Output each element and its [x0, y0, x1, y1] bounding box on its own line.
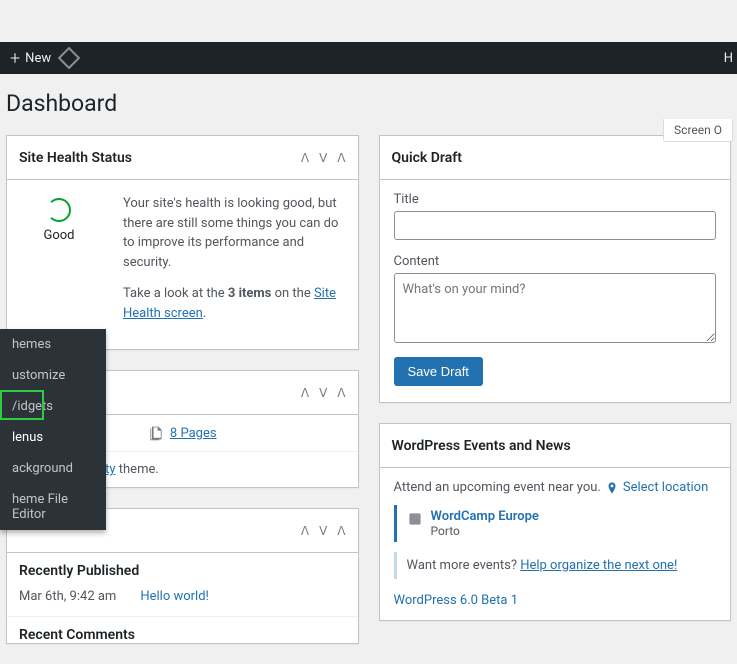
recent-comments-heading: Recent Comments: [7, 617, 358, 643]
chevron-toggle-icon[interactable]: ᐱ: [337, 151, 345, 165]
save-draft-button[interactable]: Save Draft: [394, 357, 483, 386]
appearance-submenu: hemes ustomize /idgets lenus ackground h…: [0, 329, 106, 530]
chevron-up-icon[interactable]: ᐱ: [301, 386, 309, 400]
chevron-down-icon[interactable]: ᐯ: [319, 151, 327, 165]
quick-draft-box: Quick Draft Title Content Save Draft: [379, 135, 732, 403]
chevron-up-icon[interactable]: ᐱ: [301, 524, 309, 538]
content-textarea[interactable]: [394, 273, 717, 343]
submenu-theme-file-editor[interactable]: heme File Editor: [0, 484, 106, 530]
recently-published-heading: Recently Published: [7, 553, 358, 585]
title-label: Title: [394, 192, 717, 207]
site-health-box: Site Health Status ᐱ ᐯ ᐱ Good Your site'…: [6, 135, 359, 350]
submenu-widgets[interactable]: /idgets: [0, 391, 106, 422]
chevron-down-icon[interactable]: ᐯ: [319, 386, 327, 400]
screen-options-button[interactable]: Screen O: [663, 119, 733, 142]
new-label: New: [25, 51, 51, 66]
submenu-customize[interactable]: ustomize: [0, 360, 106, 391]
yoast-icon[interactable]: [58, 47, 81, 70]
wordcamp-icon: [407, 511, 423, 527]
title-input[interactable]: [394, 211, 717, 240]
event-location: Porto: [431, 524, 539, 538]
topbar-right-char[interactable]: H: [724, 51, 733, 66]
plus-icon: +: [10, 48, 20, 69]
organize-event-link[interactable]: Help organize the next one!: [520, 558, 677, 573]
admin-topbar: + New H: [0, 42, 737, 74]
post-link[interactable]: Hello world!: [140, 589, 209, 604]
quick-draft-title: Quick Draft: [392, 150, 462, 166]
pages-icon: [148, 425, 164, 441]
health-status: Good: [43, 228, 74, 243]
pages-count[interactable]: 8 Pages: [170, 426, 217, 441]
post-date: Mar 6th, 9:42 am: [19, 589, 116, 604]
submenu-background[interactable]: ackground: [0, 453, 106, 484]
health-cta: Take a look at the 3 items on the Site H…: [123, 284, 346, 323]
health-circle-icon: [47, 198, 71, 222]
events-news-box: WordPress Events and News Attend an upco…: [379, 423, 732, 621]
chevron-toggle-icon[interactable]: ᐱ: [337, 524, 345, 538]
select-location-link[interactable]: Select location: [623, 480, 708, 495]
chevron-toggle-icon[interactable]: ᐱ: [337, 386, 345, 400]
events-intro-text: Attend an upcoming event near you.: [394, 480, 601, 495]
submenu-themes[interactable]: hemes: [0, 329, 106, 360]
chevron-up-icon[interactable]: ᐱ: [301, 151, 309, 165]
chevron-down-icon[interactable]: ᐯ: [319, 524, 327, 538]
health-description: Your site's health is looking good, but …: [123, 194, 346, 272]
new-button[interactable]: + New: [10, 48, 51, 69]
beta-link[interactable]: WordPress 6.0 Beta 1: [394, 593, 519, 608]
content-label: Content: [394, 254, 717, 269]
site-health-title: Site Health Status: [19, 150, 132, 166]
page-title: Dashboard: [0, 74, 737, 135]
event-title[interactable]: WordCamp Europe: [431, 509, 539, 524]
location-icon: [605, 481, 619, 495]
events-title: WordPress Events and News: [392, 438, 571, 454]
submenu-menus[interactable]: lenus: [0, 422, 106, 453]
